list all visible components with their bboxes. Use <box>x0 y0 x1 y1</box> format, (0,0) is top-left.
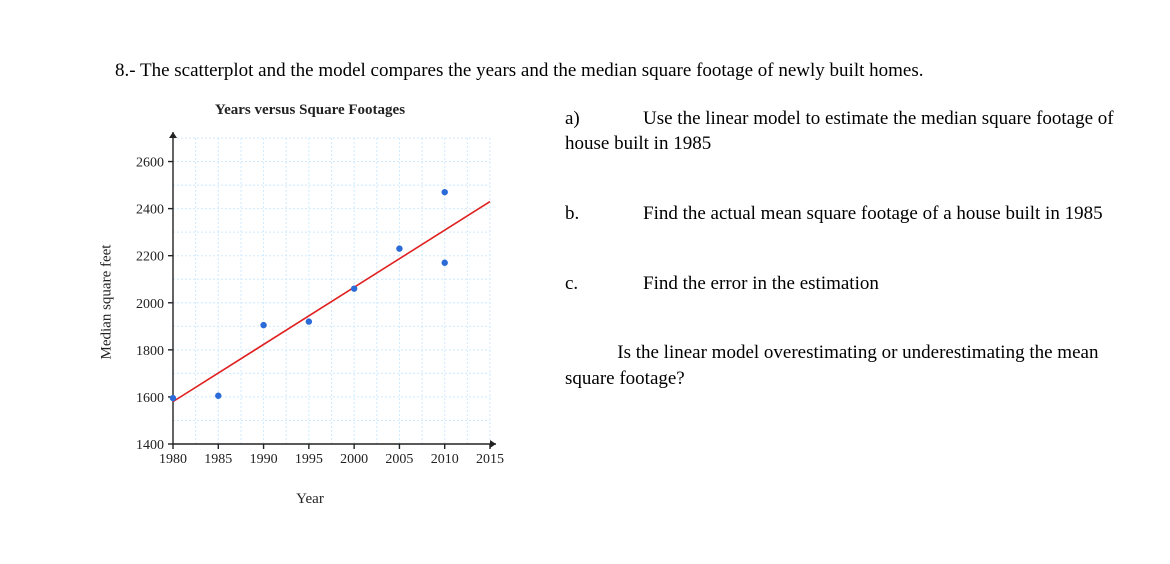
svg-text:2600: 2600 <box>136 155 164 170</box>
question-d: Is the linear model overestimating or un… <box>565 340 1115 391</box>
chart-xlabel: Year <box>115 491 505 508</box>
question-c-label: c. <box>565 271 605 297</box>
svg-text:1995: 1995 <box>295 452 323 467</box>
svg-text:2000: 2000 <box>340 452 368 467</box>
question-b-text: Find the actual mean square footage of a… <box>643 203 1103 224</box>
chart-title: Years versus Square Footages <box>115 102 505 119</box>
question-a-text: Use the linear model to estimate the med… <box>565 108 1114 155</box>
svg-text:2400: 2400 <box>136 202 164 217</box>
question-b-label: b. <box>565 201 605 227</box>
question-d-text: Is the linear model overestimating or un… <box>565 342 1098 389</box>
svg-text:2015: 2015 <box>476 452 504 467</box>
question-a: a) Use the linear model to estimate the … <box>565 106 1115 157</box>
problem-intro: 8.- The scatterplot and the model compar… <box>115 58 1115 84</box>
problem-text: The scatterplot and the model compares t… <box>140 60 924 81</box>
scatterplot-chart: Years versus Square Footages Median squa… <box>115 102 505 502</box>
question-a-label: a) <box>565 106 605 132</box>
question-b: b. Find the actual mean square footage o… <box>565 201 1115 227</box>
svg-text:1990: 1990 <box>250 452 278 467</box>
svg-text:2005: 2005 <box>385 452 413 467</box>
chart-canvas: 1980 1985 1990 1995 2000 2005 2010 2015 1400 1600… <box>115 124 505 484</box>
svg-text:1600: 1600 <box>136 391 164 406</box>
svg-text:1800: 1800 <box>136 343 164 358</box>
question-c-text: Find the error in the estimation <box>643 273 879 294</box>
problem-number: 8.- <box>115 60 136 81</box>
question-c: c. Find the error in the estimation <box>565 271 1115 297</box>
chart-ylabel: Median square feet <box>99 244 116 359</box>
svg-text:2000: 2000 <box>136 296 164 311</box>
svg-text:1400: 1400 <box>136 438 164 453</box>
svg-text:2010: 2010 <box>431 452 459 467</box>
questions: a) Use the linear model to estimate the … <box>565 102 1115 436</box>
svg-text:1985: 1985 <box>204 452 232 467</box>
svg-text:1980: 1980 <box>159 452 187 467</box>
svg-text:2200: 2200 <box>136 249 164 264</box>
